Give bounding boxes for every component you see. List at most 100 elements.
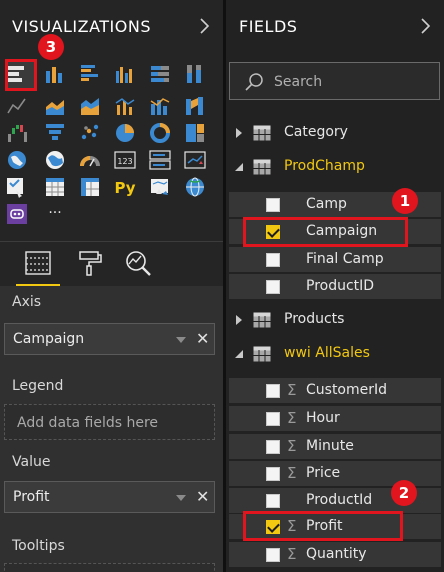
- table-icon: [253, 312, 271, 328]
- field-row[interactable]: Σ Hour: [229, 406, 441, 431]
- arcgis-map-icon[interactable]: [149, 176, 171, 198]
- stacked-bar-chart-icon[interactable]: [6, 63, 28, 85]
- value-well-field[interactable]: Profit ✕: [4, 481, 215, 513]
- svg-text:123: 123: [117, 157, 132, 166]
- value-field-name: Profit: [13, 489, 50, 505]
- close-icon[interactable]: ✕: [196, 329, 209, 348]
- sigma-icon: Σ: [287, 437, 297, 455]
- map-icon[interactable]: [6, 149, 28, 171]
- field-name: Hour: [306, 410, 340, 426]
- card-icon[interactable]: 123: [114, 149, 136, 171]
- field-checkbox[interactable]: [266, 412, 280, 426]
- search-input[interactable]: [274, 72, 434, 92]
- scatter-chart-icon[interactable]: [79, 122, 101, 144]
- table-icon: [253, 159, 271, 175]
- axis-field-name: Campaign: [13, 331, 85, 347]
- field-wells: Axis Campaign ✕ Legend Add data fields h…: [0, 286, 223, 572]
- table-row[interactable]: Category: [226, 120, 444, 146]
- close-icon[interactable]: ✕: [196, 487, 209, 506]
- format-paint-roller-icon[interactable]: [77, 249, 103, 277]
- clustered-bar-chart-icon[interactable]: [79, 63, 101, 85]
- field-row[interactable]: Σ Quantity: [229, 542, 441, 567]
- field-checkbox[interactable]: [266, 548, 280, 562]
- stacked-column-chart-icon[interactable]: [44, 63, 66, 85]
- donut-chart-icon[interactable]: [149, 122, 171, 144]
- tooltips-drop-zone[interactable]: [4, 563, 215, 572]
- line-and-clustered-column-chart-icon[interactable]: [149, 95, 171, 117]
- field-row[interactable]: Σ CustomerId: [229, 378, 441, 403]
- field-checkbox[interactable]: [266, 253, 280, 267]
- analytics-magnifier-icon[interactable]: [124, 249, 151, 277]
- pie-chart-icon[interactable]: [114, 122, 136, 144]
- svg-text:···: ···: [48, 205, 61, 221]
- field-checkbox[interactable]: [266, 198, 280, 212]
- field-name: Quantity: [306, 546, 367, 562]
- field-name: Final Camp: [306, 251, 384, 267]
- clustered-column-chart-icon[interactable]: [114, 63, 136, 85]
- fields-well-tab[interactable]: [25, 249, 51, 277]
- more-visuals-icon[interactable]: ···: [44, 203, 66, 225]
- collapse-visualizations-icon[interactable]: [196, 14, 214, 38]
- filled-map-icon[interactable]: [44, 149, 66, 171]
- field-checkbox[interactable]: [266, 280, 280, 294]
- 100pct-stacked-column-chart-icon[interactable]: [184, 63, 206, 85]
- line-chart-icon[interactable]: [6, 95, 28, 117]
- field-row[interactable]: Σ Minute: [229, 434, 441, 459]
- kpi-icon[interactable]: [184, 149, 206, 171]
- field-name: ProductID: [306, 278, 375, 294]
- python-visual-icon[interactable]: Py: [114, 176, 136, 198]
- field-checkbox[interactable]: [266, 494, 280, 508]
- table-icon: [253, 125, 271, 141]
- table-row[interactable]: ProdChamp: [226, 154, 444, 180]
- chevron-down-icon[interactable]: [176, 337, 186, 343]
- field-row[interactable]: Final Camp: [229, 247, 441, 272]
- field-checkbox[interactable]: [266, 440, 280, 454]
- visualizations-title: VISUALIZATIONS: [12, 17, 151, 36]
- custom-visual-icon[interactable]: [6, 203, 28, 225]
- field-name: Camp: [306, 196, 347, 212]
- table-row[interactable]: Products: [226, 307, 444, 333]
- stacked-area-chart-icon[interactable]: [79, 95, 101, 117]
- fields-title: FIELDS: [239, 17, 298, 36]
- legend-placeholder: Add data fields here: [17, 415, 159, 431]
- table-row[interactable]: wwi AllSales: [226, 341, 444, 367]
- field-name: ProductId: [306, 492, 373, 508]
- svg-text:Py: Py: [114, 179, 135, 197]
- 100pct-stacked-bar-chart-icon[interactable]: [149, 63, 171, 85]
- sigma-icon: Σ: [287, 545, 297, 563]
- ribbon-chart-icon[interactable]: [184, 95, 206, 117]
- visualizations-pane: VISUALIZATIONS 123 Py ··· Axis Campaign ✕ …: [0, 0, 223, 572]
- multi-row-card-icon[interactable]: [149, 149, 171, 171]
- treemap-icon[interactable]: [184, 122, 206, 144]
- table-icon[interactable]: [44, 176, 66, 198]
- fields-search-box[interactable]: [229, 62, 440, 100]
- line-and-column-chart-icon[interactable]: [114, 95, 136, 117]
- field-row[interactable]: ProductID: [229, 274, 441, 299]
- field-checkbox[interactable]: [266, 384, 280, 398]
- collapse-fields-icon[interactable]: [417, 14, 435, 38]
- matrix-icon[interactable]: [79, 176, 101, 198]
- tooltips-well-label: Tooltips: [12, 538, 65, 554]
- callout-badge-1: 1: [392, 188, 418, 214]
- callout-badge-3: 3: [38, 34, 64, 60]
- field-checkbox[interactable]: [266, 467, 280, 481]
- axis-well-label: Axis: [12, 294, 42, 310]
- profit-highlight-box: [243, 511, 403, 541]
- callout-badge-2: 2: [391, 480, 417, 506]
- legend-well-label: Legend: [12, 378, 64, 394]
- gauge-icon[interactable]: [79, 149, 101, 171]
- visual-gallery: 123 Py ···: [0, 56, 223, 236]
- axis-well-field[interactable]: Campaign ✕: [4, 323, 215, 355]
- waterfall-chart-icon[interactable]: [6, 122, 28, 144]
- slicer-icon[interactable]: [6, 176, 28, 198]
- globe-map-icon[interactable]: [184, 176, 206, 198]
- value-well-label: Value: [12, 454, 51, 470]
- campaign-highlight-box: [243, 217, 408, 247]
- chevron-down-icon[interactable]: [176, 495, 186, 501]
- area-chart-icon[interactable]: [44, 95, 66, 117]
- table-name: Products: [284, 311, 345, 327]
- field-name: Minute: [306, 438, 354, 454]
- legend-drop-zone[interactable]: Add data fields here: [4, 404, 215, 440]
- funnel-chart-icon[interactable]: [44, 122, 66, 144]
- table-name: wwi AllSales: [284, 345, 370, 361]
